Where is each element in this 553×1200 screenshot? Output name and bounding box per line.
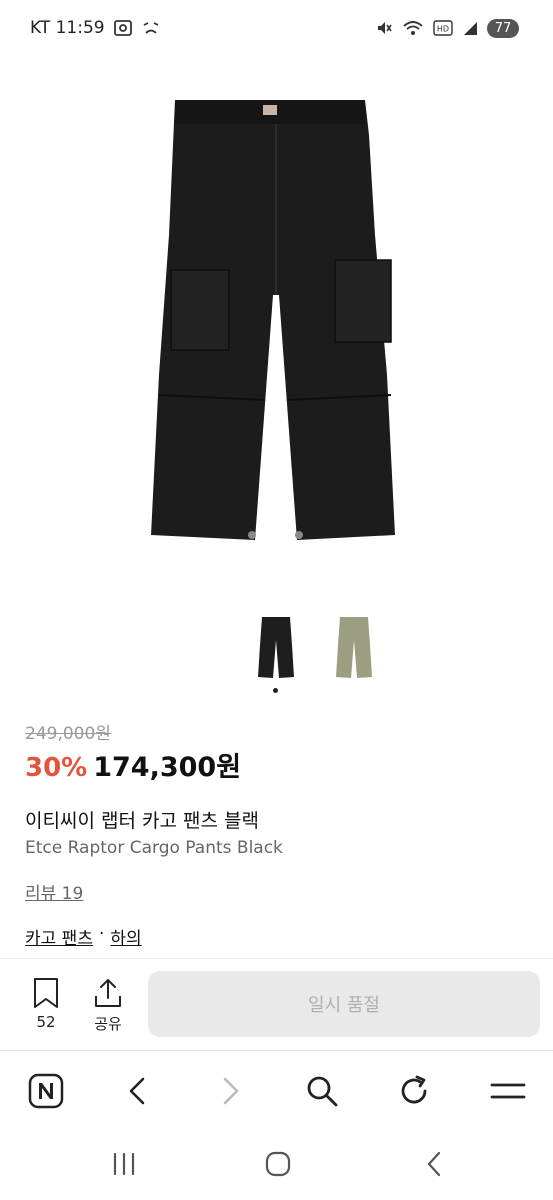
recents-icon <box>113 1152 135 1176</box>
browser-toolbar <box>0 1050 553 1128</box>
price-row: 30% 174,300원 <box>25 745 241 784</box>
hd-icon: HD <box>433 20 453 36</box>
battery-indicator: 77 <box>487 18 519 38</box>
refresh-icon <box>401 1075 427 1104</box>
forward-icon <box>223 1077 239 1105</box>
purchase-action-bar: 52 공유 일시 품절 <box>0 958 553 1050</box>
recents-button[interactable] <box>104 1146 144 1182</box>
browser-refresh-button[interactable] <box>392 1069 436 1113</box>
sale-price: 174,300원 <box>93 752 242 783</box>
pants-illustration <box>150 100 395 540</box>
sold-out-button[interactable]: 일시 품절 <box>148 971 540 1037</box>
search-icon <box>307 1076 338 1107</box>
status-bar: KT 11:59 HD 77 <box>0 0 553 56</box>
signal-icon <box>462 20 478 36</box>
bookmark-icon <box>34 978 58 1008</box>
browser-forward-button[interactable] <box>208 1069 252 1113</box>
variant-thumbnails <box>0 612 553 692</box>
product-name-english: Etce Raptor Cargo Pants Black <box>25 838 283 858</box>
browser-search-button[interactable] <box>300 1069 344 1113</box>
face-icon <box>141 19 161 37</box>
reviews-link[interactable]: 리뷰 19 <box>25 879 83 904</box>
category-separator: · <box>98 924 105 944</box>
svg-text:HD: HD <box>437 25 449 34</box>
home-icon <box>265 1151 291 1177</box>
share-label: 공유 <box>94 1015 122 1033</box>
home-button[interactable] <box>258 1146 298 1182</box>
discount-rate: 30% <box>25 753 88 783</box>
screenshot-icon <box>113 19 133 37</box>
carrier-time: KT 11:59 <box>30 18 105 38</box>
share-icon <box>95 979 121 1007</box>
back-icon <box>129 1077 145 1105</box>
product-image[interactable] <box>0 60 553 590</box>
browser-back-button[interactable] <box>116 1069 160 1113</box>
bookmark-count: 52 <box>36 1013 56 1031</box>
back-icon <box>427 1151 441 1177</box>
bookmark-button[interactable]: 52 <box>24 977 68 1031</box>
mute-icon <box>375 19 393 37</box>
selected-variant-indicator <box>273 688 278 693</box>
category-breadcrumb: 카고 팬츠 · 하의 <box>25 924 142 949</box>
category-link-cargo-pants[interactable]: 카고 팬츠 <box>25 924 93 949</box>
share-button[interactable]: 공유 <box>86 977 130 1034</box>
category-link-bottoms[interactable]: 하의 <box>110 924 141 949</box>
system-navigation-bar <box>0 1130 553 1200</box>
naver-icon <box>28 1073 64 1109</box>
variant-thumb-khaki[interactable] <box>326 612 382 684</box>
menu-icon <box>490 1083 526 1099</box>
system-back-button[interactable] <box>414 1146 454 1182</box>
wifi-icon <box>402 19 424 37</box>
product-name-korean: 이티씨이 랩터 카고 팬츠 블랙 <box>25 810 259 832</box>
original-price: 249,000원 <box>25 724 111 744</box>
browser-menu-button[interactable] <box>486 1069 530 1113</box>
naver-home-button[interactable] <box>24 1069 68 1113</box>
variant-thumb-black[interactable] <box>248 612 304 684</box>
